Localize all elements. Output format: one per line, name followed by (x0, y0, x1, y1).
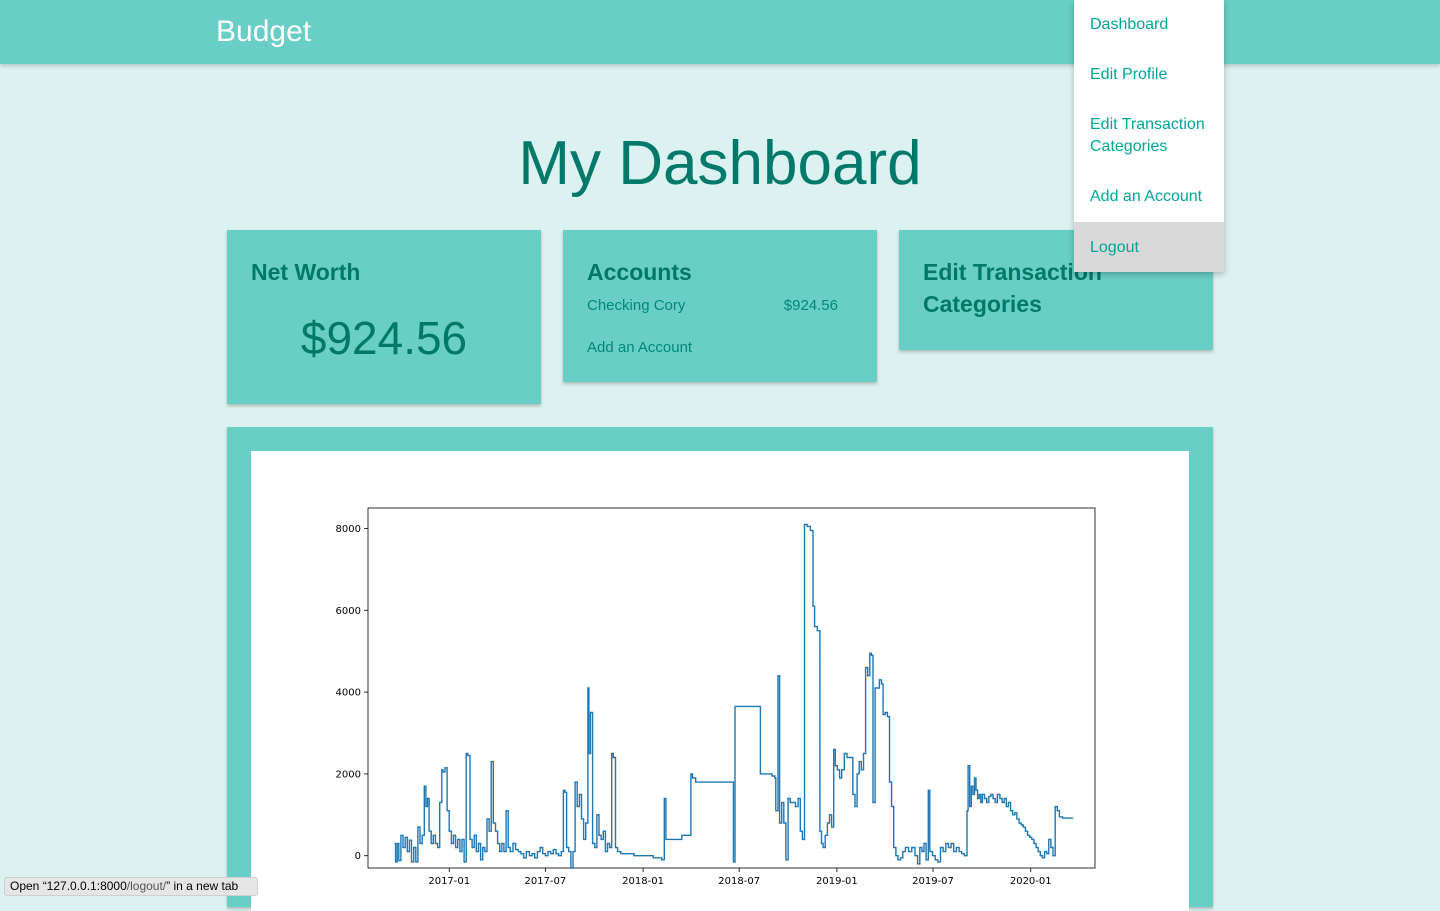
chart-svg: 0 2000 4000 6000 8000 2017-01 2017-07 2018-01 20… (336, 507, 1096, 887)
x-tick-label: 2017-07 (524, 876, 566, 887)
series-line (394, 523, 1074, 869)
menu-item-add-account[interactable]: Add an Account (1074, 186, 1224, 208)
y-tick-label: 6000 (336, 606, 361, 617)
x-tick-label: 2019-01 (816, 876, 858, 887)
account-balance: $924.56 (783, 297, 838, 314)
accounts-title: Accounts (587, 259, 692, 285)
page-title: My Dashboard (518, 129, 922, 198)
accounts-card: Accounts Checking Cory $924.56 Add an Ac… (563, 230, 877, 382)
add-account-link[interactable]: Add an Account (587, 338, 692, 358)
x-tick-label: 2017-01 (428, 876, 470, 887)
menu-item-label-line1: Edit Transaction (1090, 116, 1205, 133)
status-path: /logout/ (126, 879, 167, 893)
menu-item-label-line2: Categories (1090, 138, 1168, 155)
account-name[interactable]: Checking Cory (587, 296, 685, 316)
y-tick-label: 8000 (336, 524, 361, 535)
status-suffix: ” in a new tab (166, 879, 239, 893)
top-navbar: Budget (0, 0, 1440, 64)
edit-categories-title-line2: Categories (923, 291, 1042, 317)
net-worth-value: $924.56 (300, 312, 468, 364)
menu-item-dashboard[interactable]: Dashboard (1074, 14, 1224, 36)
browser-status-bar: Open “127.0.0.1:8000/logout/” in a new t… (4, 877, 258, 896)
menu-item-edit-profile[interactable]: Edit Profile (1074, 64, 1224, 86)
net-worth-chart: 0 2000 4000 6000 8000 2017-01 2017-07 2018-01 20… (251, 451, 1189, 911)
x-tick-label: 2018-01 (622, 876, 664, 887)
status-prefix: Open “127.0.0.1:8000 (10, 879, 127, 893)
net-worth-title: Net Worth (251, 259, 361, 285)
brand-logo-link[interactable]: Budget (216, 14, 311, 50)
y-tick-label: 4000 (336, 688, 361, 699)
nav-dropdown-menu: Dashboard Edit Profile Edit Transaction … (1074, 0, 1224, 272)
net-worth-card: Net Worth $924.56 (227, 230, 541, 404)
chart-card: 0 2000 4000 6000 8000 2017-01 2017-07 2018-01 20… (227, 427, 1213, 911)
plot-frame (367, 507, 1096, 869)
x-tick-label: 2018-07 (718, 876, 760, 887)
y-tick-label: 2000 (336, 769, 361, 780)
x-tick-label: 2020-01 (1010, 876, 1052, 887)
menu-item-logout[interactable]: Logout (1074, 222, 1224, 272)
menu-item-edit-transaction-categories[interactable]: Edit Transaction Categories (1074, 114, 1224, 158)
y-tick-label: 0 (355, 851, 361, 862)
x-tick-label: 2019-07 (912, 876, 954, 887)
